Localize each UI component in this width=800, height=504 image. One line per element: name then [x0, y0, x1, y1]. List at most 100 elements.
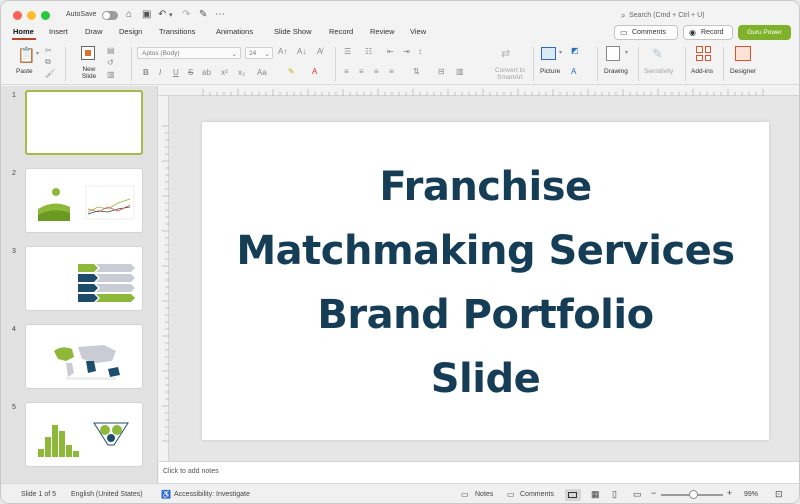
columns-icon[interactable]: ▥ [456, 67, 464, 76]
line-spacing-icon[interactable]: ↕ [418, 47, 422, 56]
redo-icon[interactable]: ↷ [182, 9, 190, 20]
zoom-out-icon[interactable]: − [651, 488, 656, 498]
comments-status-button[interactable]: Comments [520, 491, 554, 498]
align-right-icon[interactable]: ≡ [374, 67, 379, 76]
copy-icon[interactable]: ⧉ [45, 57, 51, 67]
decrease-font-icon[interactable]: A↓ [297, 47, 306, 56]
font-size-select[interactable]: 24 ⌄ [245, 47, 273, 59]
tab-slide-show[interactable]: Slide Show [274, 27, 312, 36]
bullets-icon[interactable]: ☰ [344, 47, 351, 56]
current-slide[interactable]: Franchise Matchmaking Services Brand Por… [202, 122, 769, 440]
subscript-button[interactable]: x₂ [238, 68, 245, 77]
tab-design[interactable]: Design [119, 27, 142, 36]
save-icon[interactable]: ▣ [142, 9, 151, 20]
normal-view-button[interactable] [565, 489, 581, 501]
new-slide-label: New Slide [81, 66, 97, 80]
notes-pane[interactable]: Click to add notes [159, 461, 799, 483]
slide-thumbnail-5[interactable] [25, 402, 143, 467]
comments-icon[interactable]: ▭ [507, 490, 515, 499]
drawing-icon[interactable] [606, 46, 620, 61]
slide-thumbnails-panel[interactable]: 1 2 3 4 5 [1, 86, 158, 483]
clear-format-icon[interactable]: A̸ [317, 47, 322, 56]
slide-thumbnail-4[interactable] [25, 324, 143, 389]
slide-title[interactable]: Franchise Matchmaking Services Brand Por… [202, 155, 769, 411]
designer-icon[interactable] [735, 46, 751, 61]
record-button[interactable]: ◉ Record [683, 25, 733, 40]
align-text-icon[interactable]: ⊟ [438, 67, 445, 76]
autosave-toggle[interactable] [102, 11, 118, 20]
chevron-down-icon[interactable]: ▾ [559, 49, 562, 56]
bold-button[interactable]: B [143, 68, 149, 77]
notes-icon[interactable]: ▭ [461, 490, 469, 499]
superscript-button[interactable]: x² [221, 68, 228, 77]
home-icon[interactable]: ⌂ [126, 9, 132, 20]
undo-icon[interactable]: ↶ [158, 9, 166, 20]
accessibility-icon[interactable]: ♿ [161, 490, 171, 499]
align-center-icon[interactable]: ≡ [359, 67, 364, 76]
shapes-icon[interactable]: ◩ [571, 46, 579, 55]
italic-button[interactable]: I [159, 68, 161, 77]
tab-review[interactable]: Review [370, 27, 395, 36]
notes-button[interactable]: Notes [475, 491, 493, 498]
slide-info: Slide 1 of 5 [21, 491, 57, 498]
text-box-icon[interactable]: A [571, 67, 576, 76]
section-icon[interactable]: ▥ [107, 70, 115, 79]
customize-icon[interactable]: ✎ [199, 9, 207, 20]
undo-dropdown-icon[interactable]: ▾ [169, 11, 173, 19]
new-slide-icon[interactable] [81, 46, 95, 60]
increase-indent-icon[interactable]: ⇥ [403, 47, 410, 56]
slideshow-icon[interactable]: ▭ [633, 489, 642, 500]
chevron-down-icon[interactable]: ▾ [625, 49, 628, 56]
search-input[interactable]: Search (Cmd + Ctrl + U) [629, 12, 704, 19]
align-left-icon[interactable]: ≡ [344, 67, 349, 76]
language-indicator[interactable]: English (United States) [71, 491, 143, 498]
sensitivity-icon[interactable]: ✎ [652, 46, 663, 62]
close-window-button[interactable] [13, 11, 22, 20]
reset-icon[interactable]: ↺ [107, 58, 114, 67]
font-color-icon[interactable]: A [312, 67, 317, 76]
tab-view[interactable]: View [410, 27, 426, 36]
minimize-window-button[interactable] [27, 11, 36, 20]
tab-home[interactable]: Home [13, 27, 34, 36]
more-icon[interactable]: ⋯ [215, 9, 225, 20]
justify-icon[interactable]: ≡ [389, 67, 394, 76]
tab-animations[interactable]: Animations [216, 27, 253, 36]
tab-transitions[interactable]: Transitions [159, 27, 195, 36]
zoom-level[interactable]: 99% [744, 491, 758, 498]
picture-icon[interactable] [541, 47, 556, 60]
slide-thumbnail-3[interactable] [25, 246, 143, 311]
reading-view-icon[interactable]: ▯ [612, 489, 617, 500]
zoom-in-icon[interactable]: + [727, 488, 732, 498]
guru-power-button[interactable]: Guru Power [738, 25, 791, 40]
layout-icon[interactable]: ▤ [107, 46, 115, 55]
powerpoint-window: AutoSave ⌂ ▣ ↶ ▾ ↷ ✎ ⋯ ⌕ Search (Cmd + C… [0, 0, 800, 504]
slide-sorter-icon[interactable]: ▦ [591, 489, 600, 500]
new-slide-icon-accent [85, 50, 91, 56]
smartart-icon[interactable]: ⇄ [501, 47, 510, 60]
fit-slide-icon[interactable]: ⊡ [775, 489, 783, 500]
increase-font-icon[interactable]: A↑ [278, 47, 287, 56]
strikethrough-button[interactable]: S [188, 68, 193, 77]
format-painter-icon[interactable]: 🖌 [45, 69, 55, 78]
font-name-select[interactable]: Aptos (Body) ⌄ [137, 47, 241, 59]
tab-insert[interactable]: Insert [49, 27, 68, 36]
underline-button[interactable]: U [173, 68, 179, 77]
paste-icon[interactable]: 📋 [17, 46, 36, 64]
tab-draw[interactable]: Draw [85, 27, 103, 36]
highlight-icon[interactable]: ✎ [288, 67, 295, 76]
slide-thumbnail-1[interactable] [25, 90, 143, 155]
comments-button[interactable]: ▭ Comments [614, 25, 678, 40]
decrease-indent-icon[interactable]: ⇤ [387, 47, 394, 56]
zoom-slider-handle[interactable] [689, 490, 698, 499]
change-case-button[interactable]: Aa [257, 68, 267, 77]
addins-icon[interactable] [696, 46, 711, 61]
cut-icon[interactable]: ✂ [45, 46, 52, 55]
accessibility-status[interactable]: Accessibility: Investigate [174, 491, 250, 498]
numbering-icon[interactable]: ☷ [365, 47, 372, 56]
tab-record[interactable]: Record [329, 27, 353, 36]
paste-dropdown-icon[interactable]: ▾ [36, 50, 39, 57]
shadow-button[interactable]: ab [202, 68, 211, 77]
text-direction-icon[interactable]: ⇅ [413, 67, 420, 76]
zoom-window-button[interactable] [41, 11, 50, 20]
slide-thumbnail-2[interactable] [25, 168, 143, 233]
